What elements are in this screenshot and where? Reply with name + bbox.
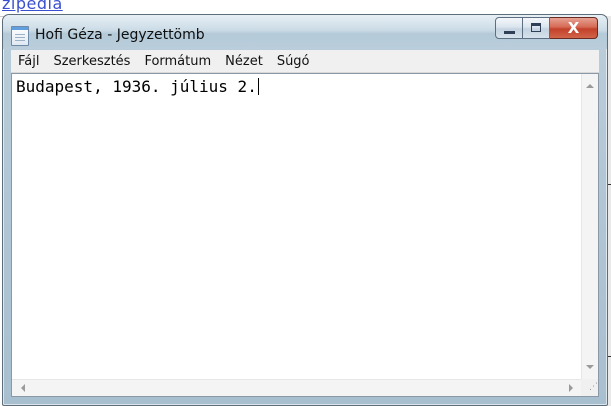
- menu-file[interactable]: Fájl: [11, 54, 46, 69]
- title-bar[interactable]: Hofi Géza - Jegyzettömb X: [3, 15, 607, 49]
- editor-text: Budapest, 1936. július 2.: [16, 77, 257, 96]
- menu-help[interactable]: Súgó: [270, 54, 317, 69]
- maximize-button[interactable]: [523, 17, 550, 39]
- background-link-fragment[interactable]: zipédia: [2, 0, 63, 13]
- window-title: Hofi Géza - Jegyzettömb: [35, 27, 205, 43]
- close-button[interactable]: X: [550, 17, 598, 39]
- minimize-button[interactable]: [495, 17, 523, 39]
- scroll-up-icon[interactable]: [586, 84, 594, 88]
- caption-buttons: X: [495, 17, 598, 39]
- text-editor[interactable]: Budapest, 1936. július 2. ⋰: [11, 73, 599, 397]
- editor-content-line[interactable]: Budapest, 1936. július 2.: [16, 77, 259, 96]
- maximize-icon: [531, 23, 541, 32]
- resize-grip-icon[interactable]: ⋰: [581, 379, 598, 396]
- scroll-left-icon[interactable]: [21, 384, 25, 392]
- menu-edit[interactable]: Szerkesztés: [46, 54, 137, 69]
- menu-view[interactable]: Nézet: [218, 54, 270, 69]
- scroll-right-icon[interactable]: [569, 384, 573, 392]
- notepad-window: Hofi Géza - Jegyzettömb X Fájl Szerkeszt…: [2, 14, 608, 406]
- horizontal-scrollbar[interactable]: [12, 379, 582, 396]
- scroll-down-icon[interactable]: [586, 365, 594, 369]
- minimize-icon: [504, 31, 515, 34]
- vertical-scrollbar[interactable]: [581, 74, 598, 379]
- text-caret: [257, 78, 259, 95]
- menu-format[interactable]: Formátum: [137, 54, 218, 69]
- menu-bar: Fájl Szerkesztés Formátum Nézet Súgó: [11, 50, 599, 73]
- notepad-icon[interactable]: [11, 26, 29, 46]
- close-icon: X: [567, 19, 580, 37]
